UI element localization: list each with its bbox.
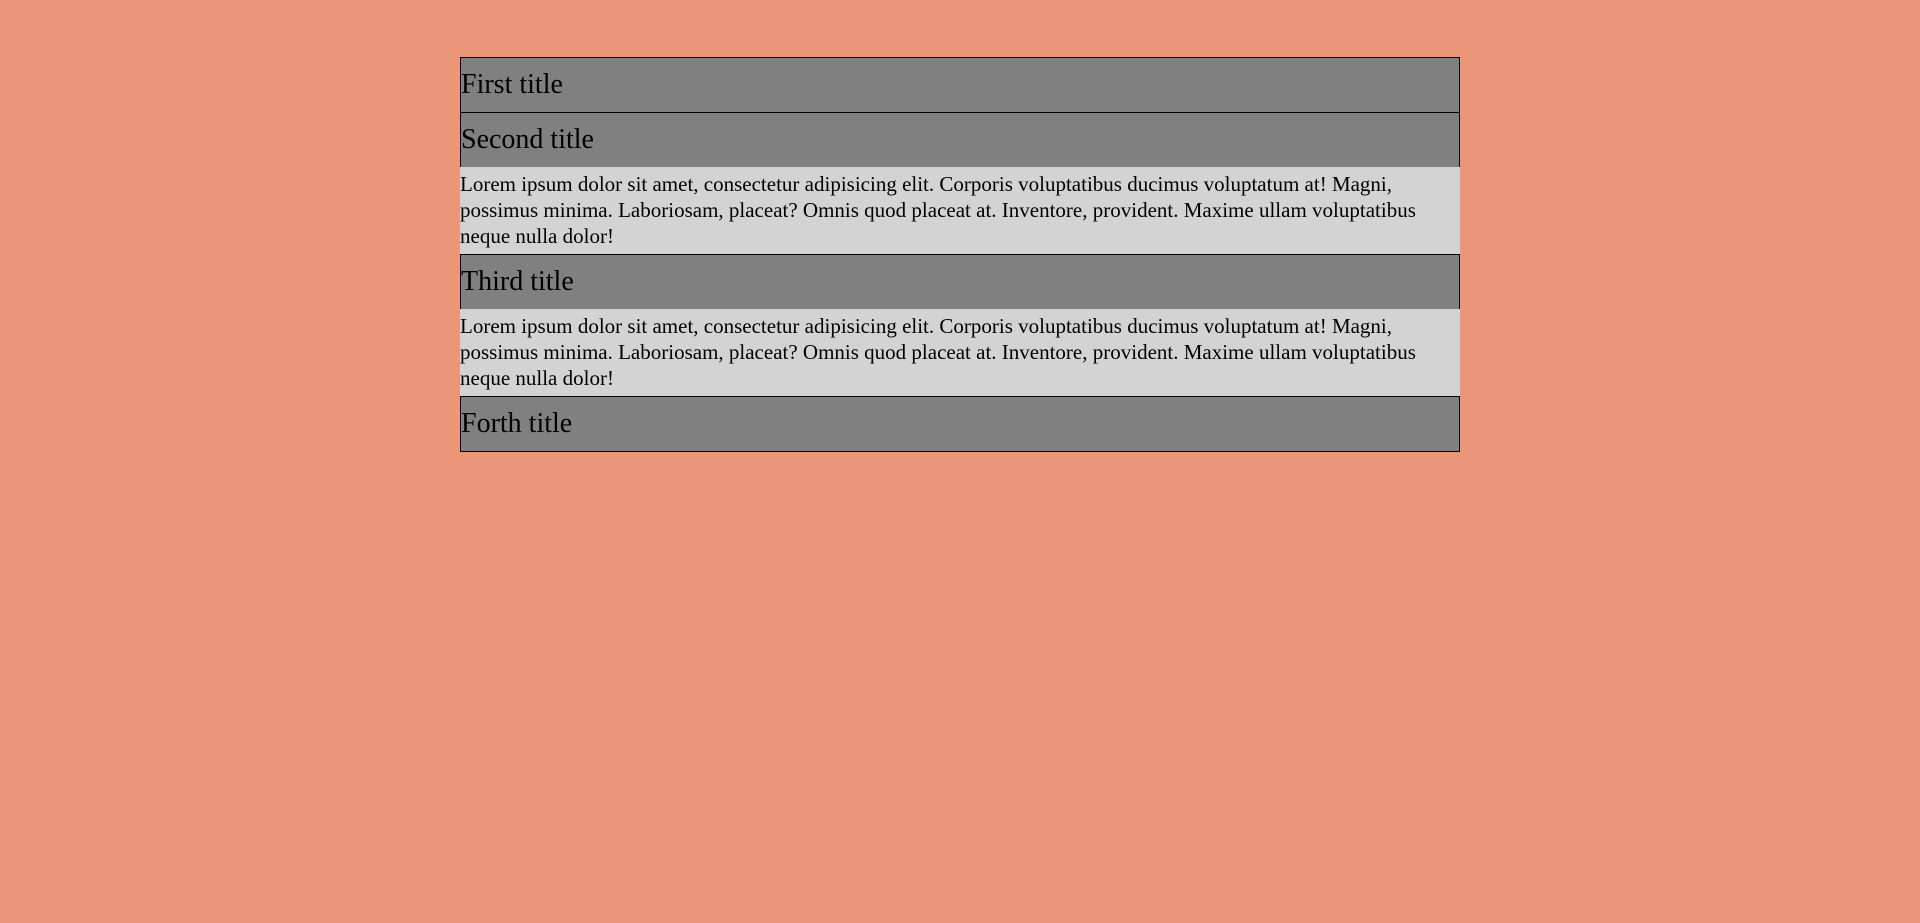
accordion-content-third: Lorem ipsum dolor sit amet, consectetur …: [460, 309, 1460, 396]
accordion-content-second: Lorem ipsum dolor sit amet, consectetur …: [460, 167, 1460, 254]
accordion-title-forth[interactable]: Forth title: [460, 396, 1460, 452]
accordion-title-second[interactable]: Second title: [460, 112, 1460, 168]
accordion-title-third[interactable]: Third title: [460, 254, 1460, 310]
accordion: First title Second title Lorem ipsum dol…: [460, 57, 1460, 452]
accordion-title-first[interactable]: First title: [460, 57, 1460, 113]
